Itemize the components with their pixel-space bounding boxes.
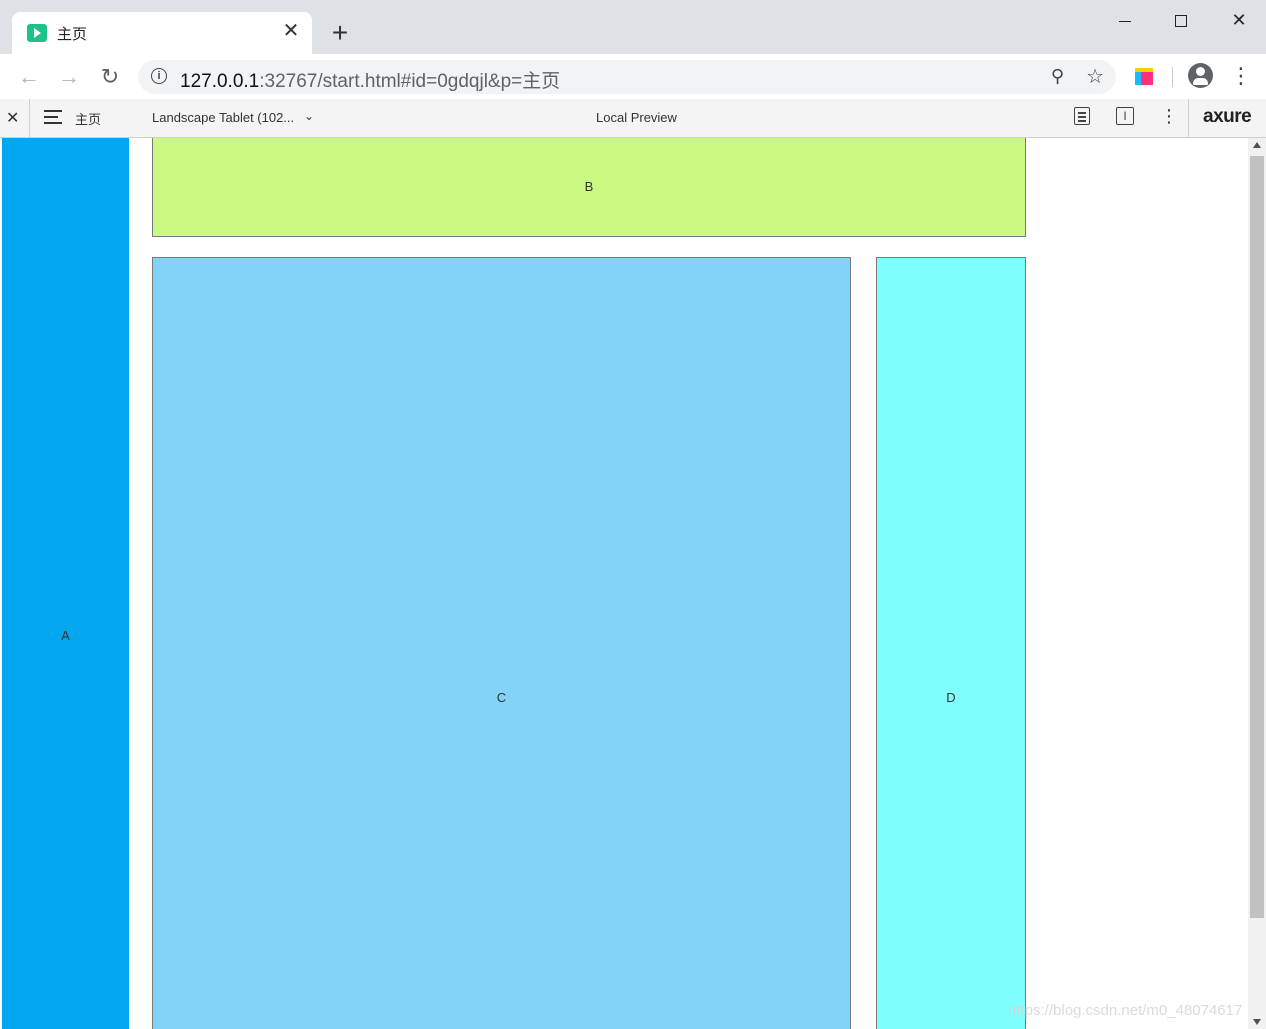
- chevron-down-icon[interactable]: ⌄: [304, 109, 314, 123]
- toolbar-divider: [1172, 67, 1173, 87]
- device-selector[interactable]: Landscape Tablet (102...: [152, 110, 294, 125]
- back-button[interactable]: ←: [15, 63, 43, 91]
- reload-button[interactable]: ↻: [96, 63, 124, 91]
- url-host: 127.0.0.1: [180, 71, 260, 92]
- extension-icon[interactable]: [1135, 68, 1153, 85]
- notes-icon[interactable]: [1074, 107, 1090, 125]
- box-b-label: B: [584, 179, 594, 194]
- axure-preview-toolbar: ✕ 主页 Landscape Tablet (102... ⌄ Local Pr…: [0, 99, 1266, 138]
- vertical-scrollbar[interactable]: [1248, 138, 1266, 1029]
- tab-title: 主页: [57, 26, 88, 43]
- address-bar[interactable]: i 127.0.0.1:32767/start.html#id=0gdqjl&p…: [138, 60, 1116, 94]
- toolbar-divider: [1188, 99, 1189, 137]
- profile-avatar-icon[interactable]: [1188, 63, 1213, 88]
- prototype-canvas: A B C D: [0, 138, 1248, 1029]
- browser-menu-icon[interactable]: ⋮: [1230, 63, 1252, 89]
- browser-titlebar: 主页 ✕ + ✕: [0, 0, 1266, 54]
- scroll-up-arrow-icon[interactable]: [1253, 142, 1261, 148]
- box-c-label: C: [496, 690, 507, 705]
- scroll-thumb[interactable]: [1250, 156, 1264, 918]
- window-minimize-button[interactable]: [1102, 6, 1148, 34]
- more-options-icon[interactable]: ⋮: [1160, 106, 1178, 127]
- tab-favicon-icon: [27, 24, 47, 42]
- bookmark-star-icon[interactable]: ☆: [1086, 64, 1104, 89]
- forward-button[interactable]: →: [55, 63, 83, 91]
- window-close-button[interactable]: ✕: [1216, 6, 1262, 34]
- box-c: C: [152, 257, 851, 1029]
- box-d: D: [876, 257, 1026, 1029]
- new-tab-button[interactable]: +: [326, 19, 354, 47]
- zoom-icon[interactable]: ⚲: [1051, 66, 1064, 87]
- box-a: A: [2, 138, 129, 1029]
- browser-tab[interactable]: 主页 ✕: [12, 12, 312, 54]
- toolbar-divider: [29, 99, 30, 137]
- preview-label: Local Preview: [596, 110, 677, 125]
- inspect-icon[interactable]: I: [1116, 107, 1134, 125]
- browser-toolbar: ← → ↻ i 127.0.0.1:32767/start.html#id=0g…: [0, 54, 1266, 100]
- url-path: :32767/start.html#id=0gdqjl&p=主页: [259, 71, 561, 92]
- hamburger-menu-icon[interactable]: [44, 110, 62, 124]
- box-b: B: [152, 138, 1026, 237]
- axure-logo: axure: [1203, 106, 1252, 127]
- tab-close-icon[interactable]: ✕: [280, 20, 302, 42]
- box-d-label: D: [946, 690, 956, 705]
- scroll-down-arrow-icon[interactable]: [1253, 1019, 1261, 1025]
- url-text[interactable]: 127.0.0.1:32767/start.html#id=0gdqjl&p=主…: [180, 66, 560, 93]
- watermark: https://blog.csdn.net/m0_48074617: [1008, 1002, 1243, 1019]
- window-maximize-button[interactable]: [1158, 6, 1204, 34]
- box-a-label: A: [61, 628, 70, 643]
- current-page-label[interactable]: 主页: [75, 109, 101, 128]
- site-info-icon[interactable]: i: [151, 68, 167, 84]
- close-sidebar-icon[interactable]: ✕: [6, 108, 19, 128]
